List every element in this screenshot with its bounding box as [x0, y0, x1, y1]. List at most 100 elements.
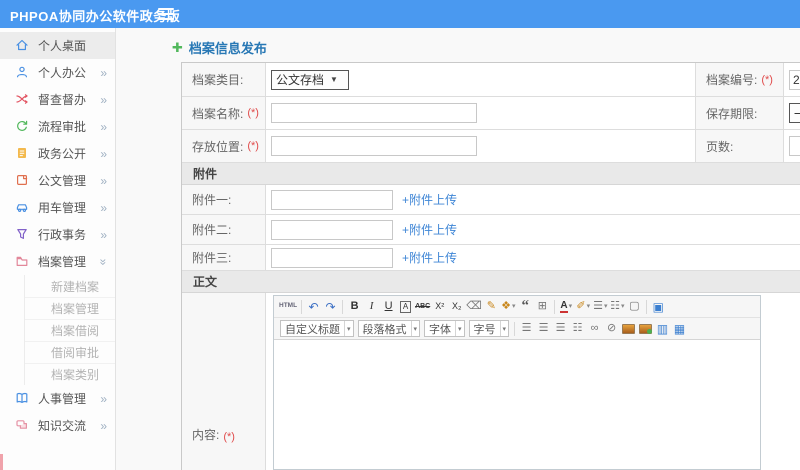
attachment-1-cell: +附件上传 [266, 185, 800, 215]
italic-icon[interactable]: I [364, 298, 379, 315]
plus-icon: ✚ [172, 39, 183, 55]
name-cell [266, 97, 696, 130]
content-label: 内容: (*) [182, 293, 266, 470]
insert-date-icon[interactable]: ⊞ [535, 298, 550, 315]
home-icon [15, 38, 30, 53]
category-select[interactable]: 公文存档 ▼ [271, 69, 349, 90]
attachment-2-input[interactable] [271, 219, 393, 240]
sidebar-item-1[interactable]: 个人办公» [0, 59, 115, 86]
image-icon[interactable] [621, 320, 636, 337]
chevron-down-icon: ▾ [586, 303, 591, 310]
location-input[interactable] [271, 136, 477, 156]
superscript-icon[interactable]: X² [432, 298, 447, 315]
chevron-double-icon: » [100, 146, 107, 161]
chevron-double-icon: » [100, 92, 107, 107]
period-label: 保存期限: [696, 97, 784, 130]
sidebar-item-3[interactable]: 流程审批» [0, 113, 115, 140]
format-brush-icon[interactable]: ✎ [484, 298, 499, 315]
app-window: PHPOA协同办公软件政务版 个人桌面 个人办公» 督查督办» 流程审批» 政务公开» 公… [0, 0, 800, 470]
custom-title-select[interactable]: 自定义标题 ▾ [280, 320, 354, 337]
font-size-select[interactable]: 字号 ▾ [468, 320, 510, 337]
attachment-3-upload-link[interactable]: +附件上传 [402, 249, 457, 266]
undo-icon[interactable]: ↶ [306, 298, 321, 315]
sidebar-item-2[interactable]: 督查督办» [0, 86, 115, 113]
paragraph-format-select[interactable]: 段落格式 ▾ [357, 320, 421, 337]
align-center-icon[interactable]: ☰ [536, 320, 551, 337]
ordered-list-icon[interactable]: ☰ ▾ [593, 298, 608, 315]
submenu-item-1[interactable]: 档案管理 [25, 297, 115, 319]
redo-icon[interactable]: ↷ [323, 298, 338, 315]
location-label: 存放位置: (*) [182, 130, 266, 163]
attachment-2-upload-link[interactable]: +附件上传 [402, 221, 457, 238]
fullscreen-icon[interactable]: ▣ [651, 298, 666, 315]
new-page-icon[interactable]: ▢ [627, 298, 642, 315]
chevron-double-icon: » [100, 119, 107, 134]
chevron-down-icon: ▾ [499, 321, 509, 336]
toolbar-separator [514, 321, 516, 336]
attachment-3-cell: +附件上传 [266, 245, 800, 271]
blockquote-icon[interactable]: “ [518, 298, 533, 315]
sidebar-item-5[interactable]: 公文管理» [0, 167, 115, 194]
archive-icon [15, 254, 30, 269]
sidebar-item-0[interactable]: 个人桌面 [0, 32, 115, 59]
sidebar-item-8[interactable]: 档案管理» [0, 248, 115, 275]
period-select[interactable]: 一年 [789, 103, 800, 123]
submenu-item-4[interactable]: 档案类别 [25, 363, 115, 385]
font-color-icon[interactable]: A ▾ [559, 298, 574, 315]
attachment-1-upload-link[interactable]: +附件上传 [402, 191, 457, 208]
unlink-icon[interactable]: ⊘ [604, 320, 619, 337]
font-border-icon[interactable]: A [398, 298, 413, 315]
align-left-icon[interactable]: ☰ [519, 320, 534, 337]
underline-icon[interactable]: U [381, 298, 396, 315]
font-family-select[interactable]: 字体 ▾ [424, 320, 465, 337]
user-icon [15, 65, 30, 80]
align-justify-icon[interactable]: ☷ [570, 320, 585, 337]
editor-text-area[interactable] [274, 340, 760, 469]
number-label: 档案编号: (*) [696, 63, 784, 97]
sidebar-item-10[interactable]: 知识交流» [0, 412, 115, 439]
page-title: 档案信息发布 [188, 41, 267, 56]
paint-icon[interactable]: ❖ ▾ [501, 298, 516, 315]
submenu-item-2[interactable]: 档案借阅 [25, 319, 115, 341]
chevron-double-icon: » [100, 173, 107, 188]
media-icon[interactable]: ▥ [655, 320, 670, 337]
attachments-section-header: 附件 [182, 163, 800, 185]
strikethrough-icon[interactable]: ABC [415, 298, 430, 315]
app-title: PHPOA协同办公软件政务版 [10, 9, 181, 24]
unordered-list-icon[interactable]: ☷ ▾ [610, 298, 625, 315]
submenu-item-0[interactable]: 新建档案 [25, 275, 115, 297]
eraser-icon[interactable]: ⌫ [466, 298, 482, 315]
sidebar-item-4[interactable]: 政务公开» [0, 140, 115, 167]
hamburger-menu-icon[interactable] [158, 8, 174, 20]
sidebar-item-7[interactable]: 行政事务» [0, 221, 115, 248]
chevron-down-icon: ▾ [603, 303, 608, 310]
bold-icon[interactable]: B [347, 298, 362, 315]
chevron-double-icon: » [100, 391, 107, 406]
highlight-icon[interactable]: ✐ ▾ [576, 298, 591, 315]
chevron-down-icon: ▾ [620, 303, 625, 310]
attachment-1-input[interactable] [271, 189, 393, 210]
chevron-double-icon: » [100, 418, 107, 433]
editor-toolbar-row-1: HTML ↶ ↷ B I U A ABC X² X₂ ⌫ ✎ ❖ ▾ “⊞ A ▾ ✐ ▾ ☰ ▾ ☷ ▾ ▢ ▣ [274, 296, 760, 318]
number-input[interactable] [789, 69, 800, 90]
body-section-header: 正文 [182, 271, 800, 293]
toolbar-separator [301, 299, 303, 314]
link-icon[interactable]: ∞ [587, 320, 602, 337]
period-cell: 一年 [784, 97, 800, 130]
align-right-icon[interactable]: ☰ [553, 320, 568, 337]
table-icon[interactable]: ▦ [672, 320, 687, 337]
pages-input[interactable] [789, 136, 800, 156]
subscript-icon[interactable]: X₂ [449, 298, 464, 315]
sidebar-nav: 个人桌面 个人办公» 督查督办» 流程审批» 政务公开» 公文管理» 用车管理» 行政事务» 档… [0, 28, 116, 470]
sidebar-item-9[interactable]: 人事管理» [0, 385, 115, 412]
category-label: 档案类目: [182, 63, 266, 97]
workflow-icon [15, 119, 30, 134]
toolbar-separator [553, 299, 555, 314]
source-code-icon[interactable]: HTML [279, 298, 297, 315]
image-manager-icon[interactable] [638, 320, 653, 337]
submenu-item-3[interactable]: 借阅审批 [25, 341, 115, 363]
top-header-bar: PHPOA协同办公软件政务版 [0, 0, 800, 28]
name-input[interactable] [271, 103, 477, 123]
attachment-3-input[interactable] [271, 247, 393, 268]
sidebar-item-6[interactable]: 用车管理» [0, 194, 115, 221]
